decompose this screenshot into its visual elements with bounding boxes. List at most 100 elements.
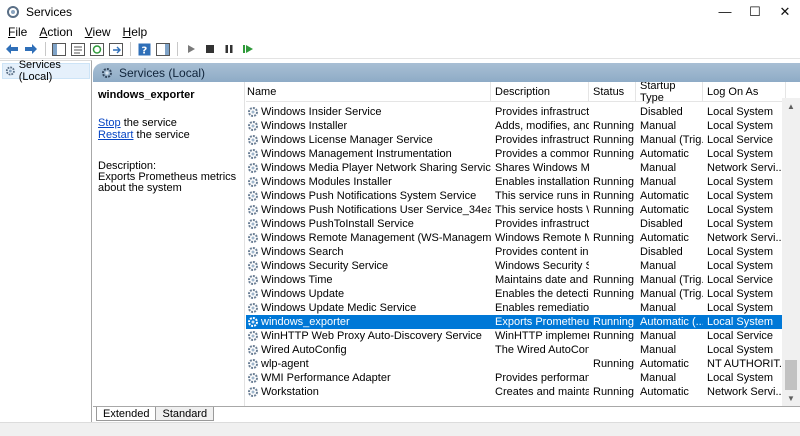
service-gear-icon <box>248 289 258 299</box>
service-name: Windows Update Medic Service <box>261 302 417 314</box>
table-row[interactable]: Windows Push Notifications User Service_… <box>246 203 786 217</box>
service-gear-icon <box>248 345 258 355</box>
table-row[interactable]: Windows Search Provides content ind... Dis… <box>246 245 786 259</box>
column-header-status[interactable]: Status <box>589 82 636 102</box>
table-row[interactable]: Windows Insider Service Provides infrastr… <box>246 105 786 119</box>
service-startup-type: Manual <box>640 330 677 342</box>
scroll-up-arrow-icon[interactable]: ▲ <box>782 98 800 114</box>
show-action-pane-button[interactable] <box>154 41 172 58</box>
service-description: Adds, modifies, and re... <box>495 120 589 132</box>
table-row[interactable]: Windows Update Enables the detection... Ru… <box>246 287 786 301</box>
service-log-on-as: Local Service <box>707 330 774 342</box>
properties-button[interactable] <box>69 41 87 58</box>
service-description: This service runs in se... <box>495 190 589 202</box>
restart-service-button[interactable] <box>239 41 257 58</box>
selected-service-title: windows_exporter <box>98 89 195 101</box>
service-name-cell: Windows Modules Installer <box>246 175 491 189</box>
pause-icon <box>225 45 233 53</box>
status-bar <box>0 422 800 436</box>
minimize-button[interactable]: — <box>710 0 740 23</box>
pause-service-button[interactable] <box>220 41 238 58</box>
sort-ascending-icon: ^ <box>364 82 368 86</box>
svg-text:?: ? <box>141 45 147 56</box>
table-row[interactable]: Windows Management Instrumentation Provid… <box>246 147 786 161</box>
table-row[interactable]: Windows Installer Adds, modifies, and re.… <box>246 119 786 133</box>
maximize-button[interactable]: ☐ <box>740 0 770 23</box>
show-hide-console-tree-button[interactable] <box>50 41 68 58</box>
service-status <box>589 105 636 119</box>
table-row[interactable]: Windows Security Service Windows Security… <box>246 259 786 273</box>
column-header-name[interactable]: ^ Name <box>246 82 491 102</box>
service-log-on-as: Local System <box>707 246 774 258</box>
table-row[interactable]: WMI Performance Adapter Provides performa… <box>246 371 786 385</box>
table-row[interactable]: Windows Time Maintains date and ti... Runn… <box>246 273 786 287</box>
table-row[interactable]: Windows PushToInstall Service Provides in… <box>246 217 786 231</box>
tab-extended[interactable]: Extended <box>96 407 157 421</box>
column-header-log-on-as[interactable]: Log On As <box>703 82 786 102</box>
service-gear-icon <box>248 373 258 383</box>
window-title: Services <box>26 4 73 19</box>
start-service-button[interactable] <box>182 41 200 58</box>
service-name-cell: Windows Security Service <box>246 259 491 273</box>
service-description: WinHTTP implement... <box>495 330 589 342</box>
tab-standard[interactable]: Standard <box>155 407 215 421</box>
menu-action[interactable]: Action <box>39 25 72 39</box>
service-description: Provides infrastructur... <box>495 106 589 118</box>
export-list-button[interactable] <box>107 41 125 58</box>
vertical-scrollbar[interactable]: ▲ ▼ <box>782 98 800 406</box>
column-header-description[interactable]: Description <box>491 82 589 102</box>
table-row[interactable]: Windows License Manager Service Provides … <box>246 133 786 147</box>
restart-service-link[interactable]: Restart <box>98 129 133 141</box>
service-status <box>589 371 636 385</box>
back-button[interactable] <box>3 41 21 58</box>
service-name: Windows Insider Service <box>261 106 382 118</box>
menu-help[interactable]: Help <box>123 25 148 39</box>
stop-service-link[interactable]: Stop <box>98 117 121 129</box>
service-status: Running <box>593 232 634 244</box>
service-name-cell: Windows Media Player Network Sharing Ser… <box>246 161 491 175</box>
table-row[interactable]: wlp-agent Running Automatic NT AUTHORIT... <box>246 357 786 371</box>
service-log-on-as: Local System <box>707 288 774 300</box>
table-row[interactable]: Wired AutoConfig The Wired AutoConfi... Ma… <box>246 343 786 357</box>
table-row[interactable]: Windows Push Notifications System Servic… <box>246 189 786 203</box>
help-button[interactable]: ? <box>135 41 153 58</box>
menu-file[interactable]: File <box>8 25 27 39</box>
stop-icon <box>206 45 214 53</box>
service-gear-icon <box>248 163 258 173</box>
service-startup-type: Automatic <box>640 148 689 160</box>
refresh-button[interactable] <box>88 41 106 58</box>
scrollbar-thumb[interactable] <box>785 360 797 390</box>
service-name-cell: Windows Remote Management (WS-Management… <box>246 231 491 245</box>
service-name: Windows Time <box>261 274 333 286</box>
tree-item-services-local[interactable]: Services (Local) <box>2 59 90 83</box>
stop-service-button[interactable] <box>201 41 219 58</box>
service-gear-icon <box>248 121 258 131</box>
forward-button[interactable] <box>22 41 40 58</box>
service-startup-type: Automatic <box>640 386 689 398</box>
service-description: Exports Prometheus ... <box>495 316 589 328</box>
close-button[interactable]: ✕ <box>770 0 800 23</box>
service-log-on-as: Local System <box>707 316 774 328</box>
service-description: Provides infrastructur... <box>495 218 589 230</box>
table-row[interactable]: Workstation Creates and maintain... Runnin… <box>246 385 786 399</box>
service-startup-type: Manual <box>640 344 677 356</box>
service-name-cell: WMI Performance Adapter <box>246 371 491 385</box>
column-header-startup-type[interactable]: Startup Type <box>636 82 703 104</box>
back-arrow-icon <box>6 44 18 54</box>
table-row[interactable]: Windows Remote Management (WS-Management… <box>246 231 786 245</box>
table-row[interactable]: WinHTTP Web Proxy Auto-Discovery Service… <box>246 329 786 343</box>
service-status: Running <box>593 316 634 328</box>
table-row[interactable]: Windows Update Medic Service Enables reme… <box>246 301 786 315</box>
table-row[interactable]: windows_exporter Exports Prometheus ... Ru… <box>246 315 786 329</box>
help-icon: ? <box>138 43 150 56</box>
service-startup-type: Manual <box>640 176 677 188</box>
table-row[interactable]: Windows Media Player Network Sharing Ser… <box>246 161 786 175</box>
menu-view[interactable]: View <box>85 25 111 39</box>
table-row[interactable]: Windows Modules Installer Enables install… <box>246 175 786 189</box>
scroll-down-arrow-icon[interactable]: ▼ <box>782 390 800 406</box>
service-name-cell: Windows License Manager Service <box>246 133 491 147</box>
pane-header: Services (Local) <box>93 63 800 82</box>
service-name: Windows Push Notifications User Service_… <box>261 204 491 216</box>
stop-link-suffix: the service <box>120 117 177 129</box>
service-description: Enables remediation ... <box>495 302 589 314</box>
